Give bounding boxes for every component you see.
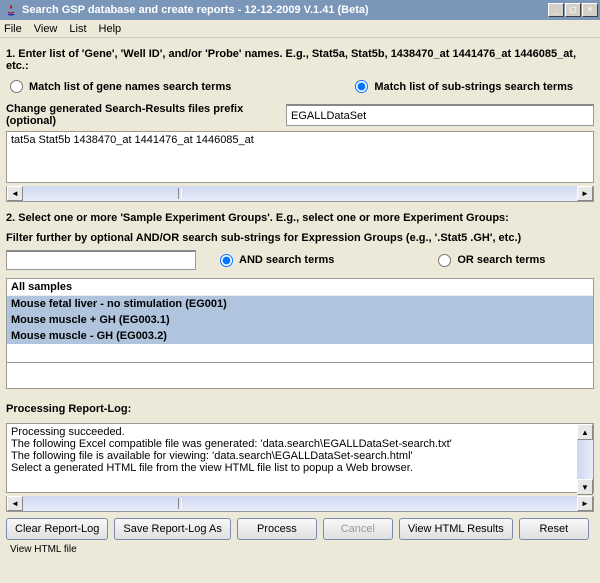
scroll-down-icon[interactable]: ▼: [577, 479, 593, 495]
scroll-left-icon[interactable]: ◄: [7, 186, 23, 201]
radio-substrings[interactable]: Match list of sub-strings search terms: [351, 80, 573, 93]
scroll-left-icon[interactable]: ◄: [7, 496, 23, 511]
log-hscroll[interactable]: ◄ ►: [6, 496, 594, 512]
report-log[interactable]: [6, 423, 594, 493]
button-row: Clear Report-Log Save Report-Log As Proc…: [6, 518, 594, 540]
menu-view[interactable]: View: [34, 23, 58, 35]
scroll-vtrack[interactable]: [577, 440, 593, 479]
scroll-right-icon[interactable]: ►: [577, 186, 593, 201]
experiment-groups-list[interactable]: All samples Mouse fetal liver - no stimu…: [6, 278, 594, 363]
filter-input[interactable]: [6, 250, 196, 270]
radio-and-input[interactable]: [220, 254, 233, 267]
java-icon: [4, 3, 18, 17]
scroll-track[interactable]: [23, 186, 577, 201]
scroll-up-icon[interactable]: ▲: [577, 424, 593, 440]
prefix-input[interactable]: [286, 104, 594, 126]
scroll-track[interactable]: [23, 496, 577, 511]
menu-help[interactable]: Help: [99, 23, 122, 35]
status-bar: View HTML file: [6, 542, 594, 557]
radio-gene-names-input[interactable]: [10, 80, 23, 93]
save-log-button[interactable]: Save Report-Log As: [114, 518, 230, 540]
close-button[interactable]: ×: [582, 3, 598, 17]
menu-list[interactable]: List: [69, 23, 86, 35]
cancel-button: Cancel: [323, 518, 393, 540]
maximize-button[interactable]: □: [565, 3, 581, 17]
list-item[interactable]: Mouse fetal liver - no stimulation (EG00…: [7, 296, 593, 312]
radio-gene-names-label: Match list of gene names search terms: [29, 81, 231, 93]
search-terms-hscroll[interactable]: ◄ ►: [6, 186, 594, 202]
menubar: File View List Help: [0, 20, 600, 38]
list-header[interactable]: All samples: [7, 279, 593, 296]
titlebar: Search GSP database and create reports -…: [0, 0, 600, 20]
list-blank: [7, 344, 593, 362]
radio-substrings-input[interactable]: [355, 80, 368, 93]
list-item[interactable]: Mouse muscle - GH (EG003.2): [7, 328, 593, 344]
scroll-right-icon[interactable]: ►: [577, 496, 593, 511]
menu-file[interactable]: File: [4, 23, 22, 35]
clear-log-button[interactable]: Clear Report-Log: [6, 518, 108, 540]
radio-and[interactable]: AND search terms: [216, 254, 334, 267]
radio-gene-names[interactable]: Match list of gene names search terms: [6, 80, 231, 93]
radio-or[interactable]: OR search terms: [434, 254, 545, 267]
prefix-label: Change generated Search-Results files pr…: [6, 103, 286, 127]
filter-label: Filter further by optional AND/OR search…: [6, 232, 594, 244]
minimize-button[interactable]: _: [548, 3, 564, 17]
radio-and-label: AND search terms: [239, 254, 334, 266]
log-heading: Processing Report-Log:: [6, 403, 594, 415]
reset-button[interactable]: Reset: [519, 518, 589, 540]
list-item[interactable]: Mouse muscle + GH (EG003.1): [7, 312, 593, 328]
section2-heading: 2. Select one or more 'Sample Experiment…: [6, 212, 594, 224]
radio-substrings-label: Match list of sub-strings search terms: [374, 81, 573, 93]
window-title: Search GSP database and create reports -…: [22, 4, 547, 16]
log-vscroll[interactable]: ▲ ▼: [577, 424, 593, 495]
status-field: [6, 363, 594, 389]
view-html-button[interactable]: View HTML Results: [399, 518, 513, 540]
search-terms-input[interactable]: [6, 131, 594, 183]
section1-heading: 1. Enter list of 'Gene', 'Well ID', and/…: [6, 48, 594, 72]
process-button[interactable]: Process: [237, 518, 317, 540]
radio-or-input[interactable]: [438, 254, 451, 267]
radio-or-label: OR search terms: [457, 254, 545, 266]
